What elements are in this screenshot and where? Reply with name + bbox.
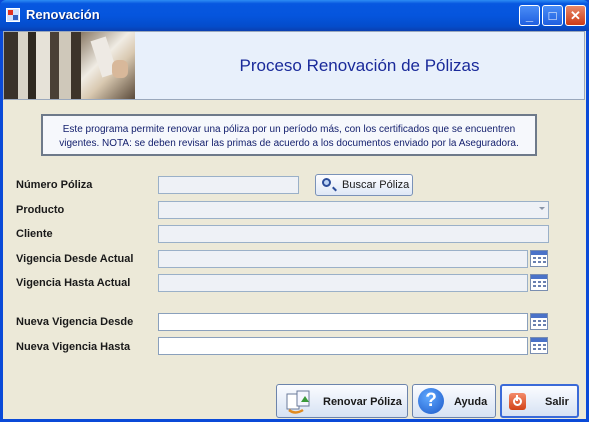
vigencia-desde-actual-field[interactable] (158, 250, 528, 268)
form-body: Proceso Renovación de Pólizas Este progr… (3, 31, 586, 419)
calendar-icon[interactable] (530, 250, 548, 267)
vigencia-hasta-actual-label: Vigencia Hasta Actual (16, 277, 131, 289)
header-image (4, 32, 135, 99)
renovacion-window: Renovación _ □ ✕ Proceso Renovación de P… (0, 0, 589, 422)
window-title: Renovación (26, 7, 100, 22)
nueva-vigencia-hasta-field[interactable] (158, 337, 528, 355)
nueva-vigencia-hasta-label: Nueva Vigencia Hasta (16, 341, 131, 353)
cliente-label: Cliente (16, 228, 53, 240)
calendar-icon[interactable] (530, 274, 548, 291)
cliente-field[interactable] (158, 225, 549, 243)
renew-icon (286, 390, 310, 414)
page-title: Proceso Renovación de Pólizas (239, 55, 480, 75)
minimize-button[interactable]: _ (519, 5, 540, 26)
title-bar[interactable]: Renovación _ □ ✕ (0, 0, 589, 31)
nueva-vigencia-desde-field[interactable] (158, 313, 528, 331)
calendar-icon[interactable] (530, 313, 548, 330)
buscar-poliza-button[interactable]: Buscar Póliza (315, 174, 413, 196)
producto-combobox[interactable] (158, 201, 549, 219)
help-icon: ? (418, 388, 444, 414)
ayuda-button[interactable]: ? Ayuda (412, 384, 496, 418)
renovar-poliza-button[interactable]: Renovar Póliza (276, 384, 408, 418)
buscar-poliza-label: Buscar Póliza (342, 179, 410, 191)
salir-button[interactable]: Salir (500, 384, 579, 418)
maximize-button[interactable]: □ (542, 5, 563, 26)
close-button[interactable]: ✕ (565, 5, 586, 26)
app-icon[interactable] (6, 8, 20, 22)
vigencia-hasta-actual-field[interactable] (158, 274, 528, 292)
nueva-vigencia-desde-label: Nueva Vigencia Desde (16, 316, 134, 328)
close-icon: ✕ (570, 8, 581, 23)
renovar-poliza-label: Renovar Póliza (323, 396, 402, 408)
vigencia-desde-actual-label: Vigencia Desde Actual (16, 253, 134, 265)
search-icon (322, 178, 331, 187)
info-message: Este programa permite renovar una póliza… (41, 114, 537, 156)
ayuda-label: Ayuda (454, 396, 488, 408)
power-icon (509, 393, 526, 410)
minimize-icon: _ (525, 8, 534, 23)
salir-label: Salir (545, 396, 569, 408)
calendar-icon[interactable] (530, 337, 548, 354)
numero-poliza-field[interactable] (158, 176, 299, 194)
chevron-down-icon[interactable] (539, 207, 545, 210)
header-panel: Proceso Renovación de Pólizas (3, 31, 585, 100)
numero-poliza-label: Número Póliza (16, 179, 93, 191)
producto-label: Producto (16, 204, 65, 216)
maximize-icon: □ (548, 8, 557, 23)
